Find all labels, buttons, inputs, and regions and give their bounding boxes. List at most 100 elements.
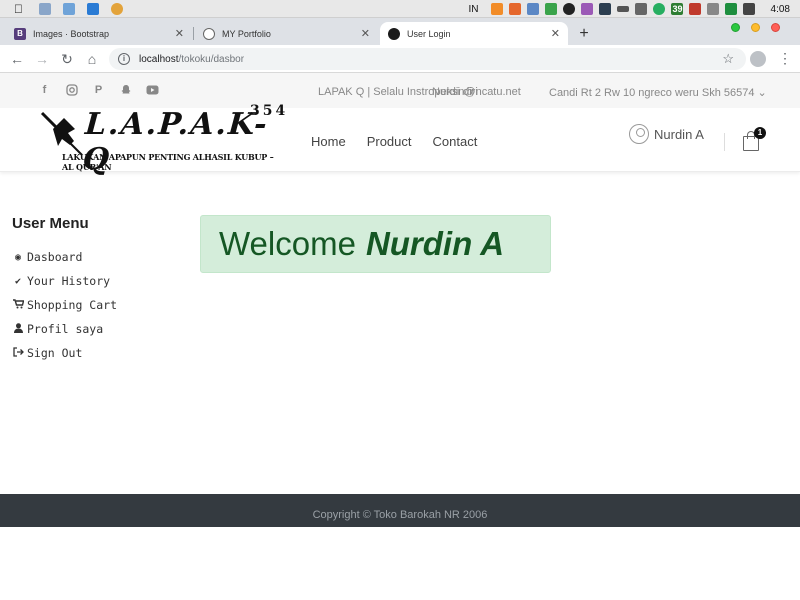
dropbox-icon[interactable] bbox=[526, 3, 539, 15]
sidebar-item-label: Profil saya bbox=[27, 322, 104, 336]
user-name: Nurdin A bbox=[654, 126, 704, 142]
sidebar-item-label: Your History bbox=[27, 274, 111, 288]
sidebar-item-shopping-cart[interactable]: Shopping Cart bbox=[12, 293, 117, 317]
bootstrap-icon: B bbox=[14, 27, 26, 40]
cart-icon bbox=[12, 298, 24, 312]
new-tab-button[interactable]: + bbox=[573, 23, 595, 45]
site-header: L.A.P.A.K-Q LAKUKAN APAPUN PENTING ALHAS… bbox=[0, 103, 800, 177]
user-icon bbox=[12, 322, 24, 336]
forward-icon[interactable]: → bbox=[32, 49, 52, 69]
nav-product[interactable]: Product bbox=[367, 134, 412, 149]
browser-menu-icon[interactable]: ⋮ bbox=[778, 50, 792, 67]
preview-icon[interactable] bbox=[63, 2, 75, 15]
notification-badge[interactable]: 39 bbox=[670, 3, 683, 15]
sidebar-item-history[interactable]: ✔ Your History bbox=[12, 269, 117, 293]
instagram-icon[interactable] bbox=[65, 83, 78, 96]
sidebar-item-profile[interactable]: Profil saya bbox=[12, 317, 117, 341]
photo-app-icon[interactable] bbox=[688, 3, 701, 15]
sidebar-item-label: Dasboard bbox=[27, 250, 83, 264]
web-page: f P LAPAK Q | Selalu Instropeksi diri Nu… bbox=[0, 73, 800, 600]
terminal-icon[interactable] bbox=[598, 3, 611, 15]
chrome-icon[interactable] bbox=[111, 2, 123, 15]
main-nav: Home Product Contact bbox=[311, 134, 477, 149]
site-info-icon[interactable]: i bbox=[118, 53, 130, 65]
sign-out-icon bbox=[12, 346, 24, 360]
user-account-link[interactable]: Nurdin A bbox=[629, 124, 704, 144]
bluetooth-icon[interactable] bbox=[706, 3, 719, 15]
bookmark-star-icon[interactable]: ☆ bbox=[722, 51, 734, 67]
logo-number: 354 bbox=[250, 103, 289, 119]
tab-separator bbox=[193, 27, 194, 40]
close-window-button[interactable] bbox=[771, 23, 780, 32]
tab-user-login[interactable]: User Login ✕ bbox=[380, 22, 568, 45]
nav-contact[interactable]: Contact bbox=[433, 134, 478, 149]
snapchat-icon[interactable] bbox=[119, 83, 132, 96]
clock[interactable]: 4:08 bbox=[771, 4, 790, 15]
sidebar-item-label: Shopping Cart bbox=[27, 298, 118, 312]
sidebar-item-label: Sign Out bbox=[27, 346, 83, 360]
keyboard-icon[interactable] bbox=[634, 3, 647, 15]
url-host: localhost bbox=[139, 53, 179, 65]
close-icon[interactable]: ✕ bbox=[551, 27, 560, 40]
site-footer: Copyright © Toko Barokah NR 2006 bbox=[0, 494, 800, 527]
maximize-window-button[interactable] bbox=[731, 23, 740, 32]
url-path: /tokoku/dasbor bbox=[178, 53, 245, 65]
profile-avatar-icon[interactable] bbox=[750, 51, 766, 67]
sidebar-item-dashboard[interactable]: ◉ Dasboard bbox=[12, 245, 117, 269]
app-tray-icon[interactable] bbox=[580, 3, 593, 15]
vscode-icon[interactable] bbox=[87, 2, 99, 15]
address-bar[interactable]: i localhost/tokoku/dasbor ☆ bbox=[109, 48, 746, 70]
battery-icon[interactable] bbox=[616, 6, 629, 12]
reload-icon[interactable]: ↻ bbox=[57, 49, 77, 69]
input-language[interactable]: IN bbox=[469, 4, 479, 15]
tab-label: User Login bbox=[407, 28, 451, 39]
user-menu-title: User Menu bbox=[12, 215, 89, 232]
wifi-icon[interactable] bbox=[742, 3, 755, 15]
tab-label: Images · Bootstrap bbox=[33, 28, 110, 39]
back-icon[interactable]: ← bbox=[7, 49, 27, 69]
shield-icon[interactable] bbox=[652, 3, 665, 15]
site-logo[interactable]: L.A.P.A.K-Q LAKUKAN APAPUN PENTING ALHAS… bbox=[38, 103, 285, 180]
vlc-icon[interactable] bbox=[490, 3, 503, 15]
welcome-user-name: Nurdin A bbox=[365, 225, 505, 262]
sync-icon[interactable] bbox=[544, 3, 557, 15]
site-top-bar: f P LAPAK Q | Selalu Instropeksi diri Nu… bbox=[0, 73, 800, 108]
tab-images-bootstrap[interactable]: B Images · Bootstrap ✕ bbox=[6, 22, 192, 45]
contact-email[interactable]: Nurdin@ncatu.net bbox=[432, 86, 521, 98]
cart-count-badge: 1 bbox=[754, 127, 766, 139]
browser-tab-strip: B Images · Bootstrap ✕ MY Portfolio ✕ Us… bbox=[0, 18, 800, 45]
close-icon[interactable]: ✕ bbox=[361, 27, 370, 40]
os-menu-bar:  IN 39 4:08 bbox=[0, 0, 800, 18]
nav-home[interactable]: Home bbox=[311, 134, 346, 149]
facebook-icon[interactable]: f bbox=[38, 83, 51, 96]
finder-icon[interactable] bbox=[39, 2, 51, 15]
youtube-icon[interactable] bbox=[146, 83, 159, 96]
dashboard-icon: ◉ bbox=[14, 251, 22, 263]
pinterest-icon[interactable]: P bbox=[92, 83, 105, 96]
home-icon[interactable]: ⌂ bbox=[82, 49, 102, 69]
cart-button[interactable]: 1 bbox=[742, 127, 766, 151]
user-menu: User Menu ◉ Dasboard ✔ Your History Shop… bbox=[12, 215, 117, 365]
chevron-down-icon: ⌄ bbox=[757, 87, 767, 99]
sidebar-item-sign-out[interactable]: Sign Out bbox=[12, 341, 117, 365]
site-icon bbox=[388, 27, 400, 40]
xampp-icon[interactable] bbox=[508, 3, 521, 15]
welcome-alert: Welcome Nurdin A bbox=[200, 215, 551, 273]
welcome-prefix: Welcome bbox=[219, 225, 356, 262]
tab-my-portfolio[interactable]: MY Portfolio ✕ bbox=[195, 22, 378, 45]
check-icon: ✔ bbox=[14, 275, 22, 287]
footer-copyright: Copyright © Toko Barokah NR 2006 bbox=[312, 509, 488, 521]
header-divider bbox=[724, 133, 725, 151]
circle-app-icon[interactable] bbox=[562, 3, 575, 15]
close-icon[interactable]: ✕ bbox=[175, 27, 184, 40]
address-text: Candi Rt 2 Rw 10 ngreco weru Skh 56574 bbox=[549, 87, 755, 99]
contact-address[interactable]: Candi Rt 2 Rw 10 ngreco weru Skh 56574 ⌄ bbox=[549, 86, 767, 99]
drive-icon[interactable] bbox=[724, 3, 737, 15]
push-pin-icon bbox=[40, 111, 83, 156]
tab-label: MY Portfolio bbox=[222, 28, 271, 39]
minimize-window-button[interactable] bbox=[751, 23, 760, 32]
apple-icon[interactable]:  bbox=[14, 2, 23, 16]
globe-icon bbox=[203, 27, 215, 40]
social-links: f P bbox=[38, 83, 159, 96]
logo-tagline: LAKUKAN APAPUN PENTING ALHASIL KUBUP – A… bbox=[62, 152, 274, 172]
